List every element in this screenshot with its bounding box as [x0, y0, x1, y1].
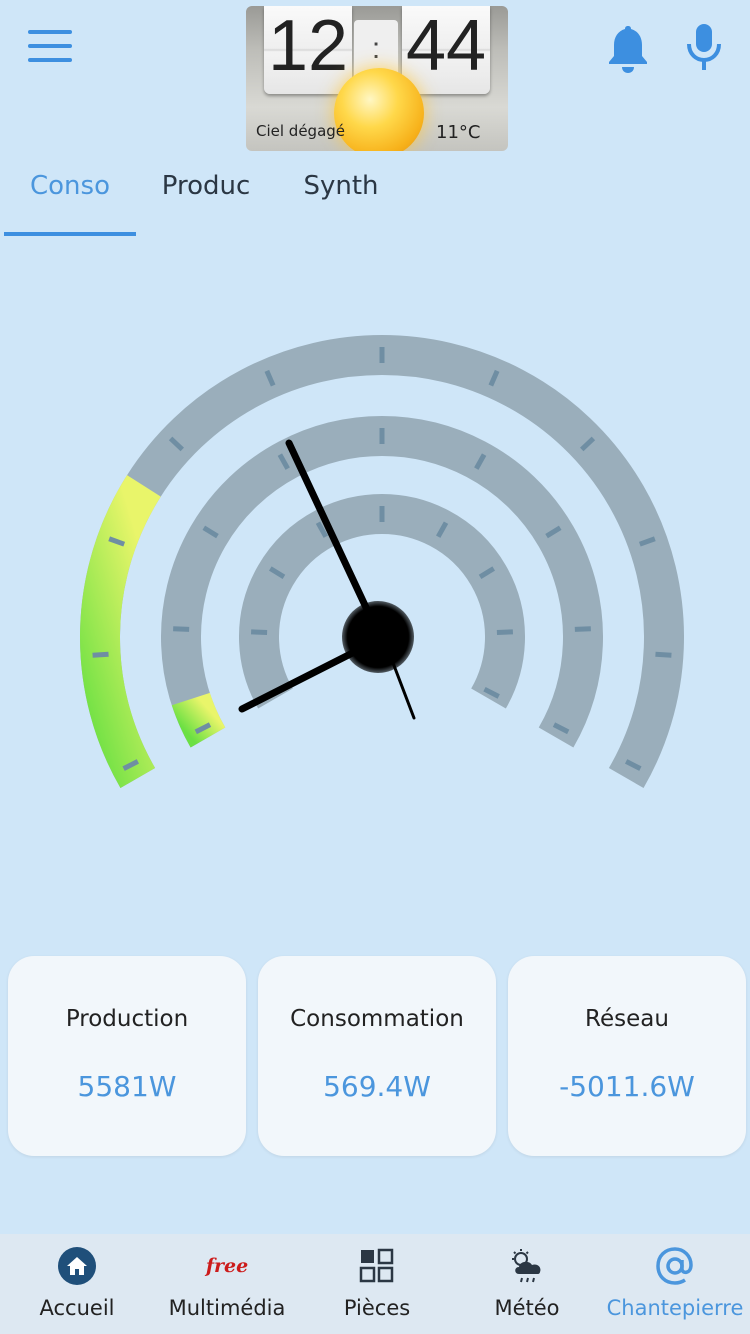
home-icon — [58, 1247, 96, 1285]
middle-ring-tick — [173, 626, 190, 632]
tab-bar: Conso Produc Synth — [0, 150, 750, 240]
menu-line — [28, 30, 72, 34]
inner-ring-tick — [251, 629, 268, 635]
clock-weather-widget[interactable]: 12 : 44 Ciel dégagé 11°C — [246, 6, 508, 151]
top-bar: 12 : 44 Ciel dégagé 11°C — [0, 0, 750, 151]
card-label: Consommation — [290, 1006, 464, 1032]
menu-line — [28, 44, 72, 48]
nav-multimedia[interactable]: free Multimédia — [152, 1234, 302, 1334]
weather-cloud-icon — [512, 1249, 541, 1283]
power-gauge — [0, 300, 750, 860]
gauge-hub — [342, 601, 414, 673]
tab-conso[interactable]: Conso — [4, 168, 136, 238]
reseau-card[interactable]: Réseau -5011.6W — [508, 956, 746, 1156]
sun-icon — [334, 68, 424, 151]
nav-chantepierre[interactable]: Chantepierre — [600, 1234, 750, 1334]
production-card[interactable]: Production 5581W — [8, 956, 246, 1156]
nav-label: Pièces — [343, 1296, 411, 1320]
nav-label: Météo — [494, 1296, 560, 1320]
clock-minutes: 44 — [402, 6, 490, 94]
tab-produc[interactable]: Produc — [140, 168, 272, 238]
bottom-navigation: Accueil free Multimédia Pièces Météo Cha… — [0, 1234, 750, 1334]
outer-ring-fill — [80, 475, 161, 788]
at-sign-icon — [656, 1247, 693, 1285]
nav-meteo[interactable]: Météo — [452, 1234, 602, 1334]
nav-pieces[interactable]: Pièces — [302, 1234, 452, 1334]
active-tab-indicator — [4, 232, 136, 236]
gauge-svg — [80, 335, 684, 788]
microphone-icon[interactable] — [684, 22, 724, 72]
card-label: Production — [65, 1006, 189, 1032]
middle-ring-track — [161, 416, 603, 748]
card-label: Réseau — [585, 1006, 669, 1032]
outer-ring-tick — [655, 651, 672, 658]
card-value: 569.4W — [323, 1070, 431, 1103]
outer-ring-tick — [92, 651, 109, 658]
menu-line — [28, 58, 72, 62]
inner-ring-tick — [496, 629, 513, 635]
card-value: -5011.6W — [559, 1070, 695, 1103]
bell-icon[interactable] — [604, 22, 652, 74]
middle-ring-tick — [574, 626, 591, 632]
consommation-card[interactable]: Consommation 569.4W — [258, 956, 496, 1156]
menu-button[interactable] — [28, 30, 72, 64]
free-logo-icon: free — [205, 1255, 249, 1277]
tab-synth[interactable]: Synth — [276, 168, 406, 238]
weather-condition: Ciel dégagé — [256, 122, 346, 140]
clock-hours: 12 — [264, 6, 352, 94]
nav-label: Chantepierre — [606, 1296, 744, 1320]
rooms-grid-icon — [359, 1248, 394, 1283]
weather-temperature: 11°C — [436, 122, 481, 143]
nav-accueil[interactable]: Accueil — [2, 1234, 152, 1334]
summary-cards: Production 5581W Consommation 569.4W Rés… — [0, 956, 750, 1156]
nav-label: Multimédia — [168, 1296, 286, 1320]
nav-label: Accueil — [39, 1296, 115, 1320]
card-value: 5581W — [77, 1070, 177, 1103]
